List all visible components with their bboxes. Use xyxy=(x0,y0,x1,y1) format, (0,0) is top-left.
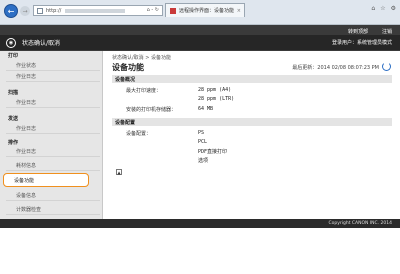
sidebar-item-print-job-status[interactable]: 作业状态 xyxy=(6,61,100,71)
device-config-options: 选项 xyxy=(198,158,209,164)
sidebar-item-send-job-log[interactable]: 作业日志 xyxy=(6,124,100,134)
go-to-top-link[interactable]: 转到顶部 xyxy=(348,28,368,35)
section-header-configuration: 设备配置 xyxy=(112,118,392,126)
sidebar-item-scan-job-log[interactable]: 作业日志 xyxy=(6,98,100,108)
printer-memory-value: 64 MB xyxy=(198,106,214,112)
back-arrow-icon[interactable]: ← xyxy=(4,4,18,18)
sidebar-item-device-features[interactable]: 设备功能 xyxy=(3,173,89,187)
status-icon: ◉ xyxy=(6,37,16,48)
address-bar[interactable]: http:// ⌂ - ↻ xyxy=(33,5,163,16)
sidebar-category-send: 发送 xyxy=(8,116,19,122)
tab-close-icon[interactable]: × xyxy=(237,8,241,14)
header-links: 转到顶部 注销 xyxy=(348,28,392,35)
tab-title: 远程操作界面：设备功能 xyxy=(179,8,235,14)
login-user-info: 登录用户：系统管理员模式 xyxy=(331,40,392,46)
sidebar-item-layout-job-log[interactable]: 作业日志 xyxy=(6,147,100,157)
page-title: 设备功能 xyxy=(112,63,144,72)
sidebar-category-scan: 扫描 xyxy=(8,90,19,96)
copyright: Copyright CANON INC. 2014 xyxy=(328,221,393,226)
url-prefix: http:// xyxy=(46,7,62,14)
browser-controls: ⌂ ☆ ⚙ xyxy=(371,5,396,12)
main-content: 状态确认/取消 > 设备功能 设备功能 最后更新：2014 02/08 08:0… xyxy=(110,51,395,219)
breadcrumb: 状态确认/取消 > 设备功能 xyxy=(112,55,172,61)
device-config-ps: PS xyxy=(198,130,205,136)
refresh-icon[interactable] xyxy=(382,62,391,71)
sidebar-item-consumables[interactable]: 耗材信息 xyxy=(6,161,100,171)
sidebar-item-device-info[interactable]: 设备信息 xyxy=(6,191,100,201)
last-updated: 最后更新：2014 02/08 08:07:23 PM xyxy=(292,65,379,71)
logout-link[interactable]: 注销 xyxy=(382,28,392,35)
footer: Copyright CANON INC. 2014 xyxy=(0,219,400,228)
sidebar-item-counter-check[interactable]: 计数器检查 xyxy=(6,205,100,215)
app-title-bar: ◉ 状态确认/取消 登录用户：系统管理员模式 xyxy=(0,35,400,50)
max-print-speed-ltr: 28 ppm (LTR) xyxy=(198,96,235,102)
sidebar-category-layout: 排作 xyxy=(8,140,19,146)
printer-memory-label: 安装的打印机存储器： xyxy=(126,107,177,113)
sidebar-item-print-job-log[interactable]: 作业日志 xyxy=(6,72,100,82)
favicon-icon xyxy=(170,7,176,14)
device-config-pcl: PCL xyxy=(198,139,208,145)
back-to-top-icon[interactable]: ▲ xyxy=(116,169,122,175)
forward-arrow-icon[interactable]: → xyxy=(20,6,30,16)
sidebar: 打印 作业状态 作业日志 扫描 作业日志 发送 作业日志 排作 作业日志 耗材信… xyxy=(0,51,103,219)
browser-chrome: ← → http:// ⌂ - ↻ 远程操作界面：设备功能 × ⌂ ☆ ⚙ xyxy=(0,0,400,25)
max-print-speed-label: 最大打印速度： xyxy=(126,88,162,94)
url-redacted xyxy=(65,8,126,13)
section-header-overview: 设备概况 xyxy=(112,75,392,83)
address-tools-icon[interactable]: ⌂ - ↻ xyxy=(147,7,159,13)
device-config-pdf-direct: PDF直接打印 xyxy=(198,149,228,155)
max-print-speed-a4: 28 ppm (A4) xyxy=(198,87,232,93)
home-icon[interactable]: ⌂ xyxy=(371,5,375,12)
page-icon xyxy=(37,7,43,14)
device-config-label: 设备配置： xyxy=(126,131,152,137)
app-title: 状态确认/取消 xyxy=(22,40,61,47)
favorites-icon[interactable]: ☆ xyxy=(380,5,385,12)
settings-icon[interactable]: ⚙ xyxy=(391,5,396,12)
browser-tab[interactable]: 远程操作界面：设备功能 × xyxy=(165,3,245,17)
sidebar-category-print: 打印 xyxy=(8,53,19,59)
